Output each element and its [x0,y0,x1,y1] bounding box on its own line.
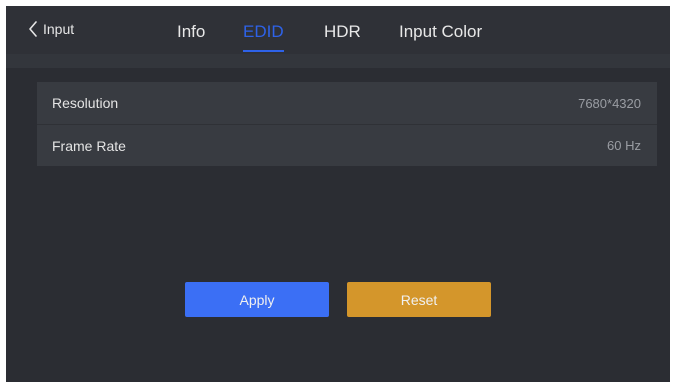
edid-screen: Input Info EDID HDR Input Color Resoluti… [6,6,670,382]
tab-hdr-label: HDR [324,22,361,41]
frame-rate-label: Frame Rate [52,137,126,154]
tab-edid-label: EDID [243,22,284,41]
header-divider-strip [6,54,670,68]
tab-edid[interactable]: EDID [243,22,284,52]
back-button[interactable]: Input [28,18,74,40]
resolution-value: 7680*4320 [578,95,641,111]
frame-rate-row[interactable]: Frame Rate 60 Hz [37,124,657,166]
edid-settings-panel: Resolution 7680*4320 Frame Rate 60 Hz [37,82,657,166]
active-tab-indicator [243,50,284,52]
tab-info-label: Info [177,22,206,41]
apply-button[interactable]: Apply [185,282,329,317]
reset-button[interactable]: Reset [347,282,491,317]
tab-input-color-label: Input Color [399,22,483,41]
top-navigation-bar: Input Info EDID HDR Input Color [6,6,670,54]
tab-info[interactable]: Info [177,22,205,46]
resolution-label: Resolution [52,95,119,111]
reset-button-label: Reset [400,291,438,308]
tab-hdr[interactable]: HDR [324,22,361,46]
tab-input-color[interactable]: Input Color [399,22,482,46]
resolution-row[interactable]: Resolution 7680*4320 [37,82,657,124]
back-label: Input [43,21,75,37]
apply-button-label: Apply [239,291,275,308]
frame-rate-value: 60 Hz [607,138,641,153]
chevron-left-icon [29,21,37,37]
